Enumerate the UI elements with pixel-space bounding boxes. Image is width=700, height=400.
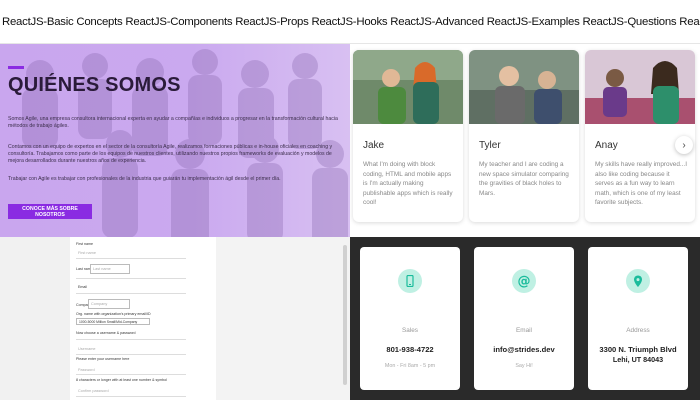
field-underline [76,258,186,259]
about-section: QUIÉNES SOMOS Somos Agile, una empresa c… [0,44,350,237]
field-underline [76,293,186,294]
testimonial-card[interactable]: Jake What I'm doing with block coding, H… [353,50,463,222]
phone-icon [398,269,422,293]
org-select[interactable]: 1000-5000 Million Small/Mid-Company [76,318,150,325]
screenshot-collage: ReactJS-Basic Concepts ReactJS-Component… [0,0,700,400]
about-title: QUIÉNES SOMOS [8,74,181,96]
testimonial-card[interactable]: Anay My skills have really improved...I … [585,50,695,222]
at-icon: @ [512,269,536,293]
student-name: Jake [363,140,385,151]
learn-more-button[interactable]: CONOCE MÁS SOBRE NOSOTROS [8,204,92,219]
contact-section: Sales 801-938-4722 Mon - Fri 8am - 5 pm … [350,237,700,400]
contact-value: 3300 N. Triumph Blvd [599,345,677,354]
email-field[interactable]: Email [78,285,87,289]
map-pin-icon [626,269,650,293]
student-quote: My skills have really improved...I also … [595,161,687,207]
contact-label: Email [516,327,532,334]
contact-value[interactable]: 801-938-4722 [360,345,460,354]
contact-card-sales: Sales 801-938-4722 Mon - Fri 8am - 5 pm [360,247,460,390]
title-accent-bar [8,66,24,69]
contact-value[interactable]: info@strides.dev [474,345,574,354]
topic-marquee: ReactJS-Basic Concepts ReactJS-Component… [0,0,700,44]
contact-label: Address [626,327,650,334]
contact-subtext: Say Hi! [515,363,533,369]
testimonials-section: Jake What I'm doing with block coding, H… [350,44,700,237]
confirm-password-input[interactable]: Confirm password [78,389,109,393]
first-name-label: First name [76,242,93,246]
contact-card-address: Address 3300 N. Triumph Blvd Lehi, UT 84… [588,247,688,390]
field-underline [76,278,186,279]
org-label: Org. name with organization's primary em… [76,312,151,316]
field-underline [76,339,186,340]
carousel-next-button[interactable]: › [675,136,693,154]
marquee-text[interactable]: ReactJS-Basic Concepts ReactJS-Component… [0,16,700,28]
student-quote: My teacher and I are coding a new space … [479,161,569,197]
student-photo [469,50,579,124]
student-name: Anay [595,140,618,151]
contact-subtext: Mon - Fri 8am - 5 pm [384,363,436,369]
contact-label: Sales [402,327,418,334]
password-input[interactable]: Password [78,368,95,372]
field-underline [76,374,186,375]
password-note: 8 characters or longer with at least one… [76,378,167,382]
contact-card-email: @ Email info@strides.dev Say Hi! [474,247,574,390]
company-input[interactable]: Company [88,299,130,309]
password-section-title: Now choose a username & password [76,331,136,335]
about-paragraph-2: Contamos con un equipo de expertos en el… [8,144,333,165]
student-photo [353,50,463,124]
chevron-right-icon: › [682,139,686,151]
side-panel [216,237,350,400]
about-paragraph-1: Somos Agile, una empresa consultora inte… [8,116,338,130]
username-note: Please enter your username here [76,357,130,361]
scrollbar[interactable] [343,245,347,385]
testimonial-card[interactable]: Tyler My teacher and I are coding a new … [469,50,579,222]
student-quote: What I'm doing with block coding, HTML a… [363,161,453,207]
student-photo [585,50,695,124]
contact-value-line-2: Lehi, UT 84043 [612,355,664,364]
first-name-input[interactable]: First name [78,251,96,255]
last-name-input[interactable]: Last name [90,264,130,274]
student-name: Tyler [479,140,501,151]
field-underline [76,396,186,397]
username-input[interactable]: Username [78,347,96,351]
field-underline [76,354,186,355]
about-paragraph-3: Trabajar con Agile es trabajar con profe… [8,176,281,182]
registration-section: First name First name Last name Last nam… [0,237,350,400]
signup-form: First name First name Last name Last nam… [70,237,216,400]
